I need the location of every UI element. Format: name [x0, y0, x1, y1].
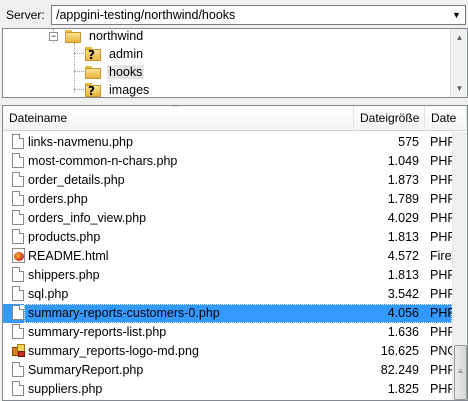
file-icon: [12, 267, 25, 283]
file-size: 575: [398, 135, 419, 149]
file-icon: [12, 381, 25, 397]
tree-item-hooks[interactable]: hooks: [85, 63, 145, 81]
file-size: 4.029: [387, 211, 419, 225]
file-name: README.html: [28, 249, 109, 263]
file-size: 1.789: [387, 192, 419, 206]
file-row[interactable]: summary_reports-logo-md.png 16.625 PNG: [3, 342, 457, 361]
file-row[interactable]: products.php 1.813 PHP: [3, 228, 456, 247]
file-icon: [12, 134, 25, 150]
column-header-filesize[interactable]: Dateigröße: [354, 106, 425, 131]
file-name: most-common-n-chars.php: [28, 154, 178, 168]
file-row[interactable]: SummaryReport.php 82.249 PHP: [3, 361, 456, 380]
file-name: summary-reports-customers-0.php: [28, 306, 220, 320]
file-size: 1.636: [387, 325, 419, 339]
scroll-down-icon[interactable]: ▼: [451, 80, 467, 97]
folder-icon: [85, 65, 101, 79]
file-name: summary-reports-list.php: [28, 325, 167, 339]
list-header: ^ Dateiname Dateigröße Date: [3, 106, 467, 131]
file-icon: [12, 210, 25, 226]
file-name: orders.php: [28, 192, 88, 206]
server-path-value[interactable]: /appgini-testing/northwind/hooks: [56, 8, 235, 22]
file-name: orders_info_view.php: [28, 211, 147, 225]
file-name: summary_reports-logo-md.png: [28, 344, 199, 358]
file-name: suppliers.php: [28, 382, 103, 396]
tree-scrollbar[interactable]: ▲ ▼: [450, 29, 467, 97]
folder-icon: [65, 29, 81, 43]
file-size: 3.542: [387, 287, 419, 301]
remote-directory-tree: − northwind ? admin hooks ? images ▲ ▼: [2, 28, 468, 98]
file-name: shippers.php: [28, 268, 100, 282]
image-file-icon: [12, 343, 25, 359]
column-header-filename[interactable]: Dateiname: [3, 106, 354, 131]
file-size: 82.249: [380, 363, 419, 377]
scroll-up-icon[interactable]: ▲: [451, 29, 467, 46]
file-icon: [12, 153, 25, 169]
folder-unknown-icon: ?: [85, 47, 101, 62]
file-row[interactable]: most-common-n-chars.php 1.049 PHP: [3, 152, 456, 171]
collapse-toggle-icon[interactable]: −: [49, 32, 58, 41]
file-icon: [12, 324, 25, 340]
tree-item-label: northwind: [89, 29, 144, 43]
file-size: 1.813: [387, 268, 419, 282]
file-size: 1.813: [387, 230, 419, 244]
file-name: order_details.php: [28, 173, 125, 187]
column-header-filetype[interactable]: Date: [425, 106, 467, 131]
file-row[interactable]: links-navmenu.php 575 PHP: [3, 133, 456, 152]
remote-file-list: ^ Dateiname Dateigröße Date links-navmen…: [2, 105, 468, 401]
file-size: 4.056: [387, 306, 419, 320]
file-row[interactable]: summary-reports-list.php 1.636 PHP: [3, 323, 456, 342]
grip-icon: ≡: [458, 367, 463, 376]
file-size: 1.873: [387, 173, 419, 187]
file-row[interactable]: suppliers.php 1.825 PHP: [3, 380, 456, 399]
chevron-down-icon[interactable]: ▼: [448, 6, 465, 24]
html-file-icon: [12, 248, 25, 264]
file-row[interactable]: order_details.php 1.873 PHP: [3, 171, 456, 190]
file-row[interactable]: README.html 4.572 Firef: [3, 247, 455, 266]
file-icon: [12, 286, 25, 302]
file-icon: [12, 229, 25, 245]
folder-unknown-icon: ?: [85, 83, 101, 97]
file-row[interactable]: orders.php 1.789 PHP: [3, 190, 456, 209]
server-path-combobox[interactable]: /appgini-testing/northwind/hooks ▼: [51, 5, 466, 25]
tree-item-label: images: [109, 83, 150, 97]
file-size: 1.825: [387, 382, 419, 396]
file-size: 1.049: [387, 154, 419, 168]
file-name: SummaryReport.php: [28, 363, 144, 377]
tree-item-label: admin: [109, 47, 144, 61]
tree-item-admin[interactable]: ? admin: [85, 45, 145, 63]
file-row[interactable]: shippers.php 1.813 PHP: [3, 266, 456, 285]
file-row[interactable]: sql.php 3.542 PHP: [3, 285, 456, 304]
file-icon: [12, 191, 25, 207]
file-icon: [12, 172, 25, 188]
file-name: sql.php: [28, 287, 69, 301]
pane-splitter[interactable]: [0, 98, 468, 105]
tree-item-label: hooks: [107, 65, 145, 79]
file-icon: [12, 362, 25, 378]
scrollbar-thumb[interactable]: ≡: [454, 345, 467, 400]
server-label: Server:: [6, 8, 45, 22]
file-icon: [12, 305, 25, 321]
file-name: products.php: [28, 230, 101, 244]
file-size: 4.572: [387, 249, 419, 263]
file-name: links-navmenu.php: [28, 135, 133, 149]
server-path-bar: Server: /appgini-testing/northwind/hooks…: [0, 0, 468, 29]
file-row[interactable]: orders_info_view.php 4.029 PHP: [3, 209, 456, 228]
tree-item-images[interactable]: ? images: [85, 81, 151, 97]
file-list-scrollbar[interactable]: ≡: [452, 132, 467, 400]
file-size: 16.625: [380, 344, 419, 358]
tree-item-northwind[interactable]: northwind: [65, 29, 145, 45]
file-row-selected[interactable]: summary-reports-customers-0.php 4.056 PH…: [3, 304, 456, 323]
